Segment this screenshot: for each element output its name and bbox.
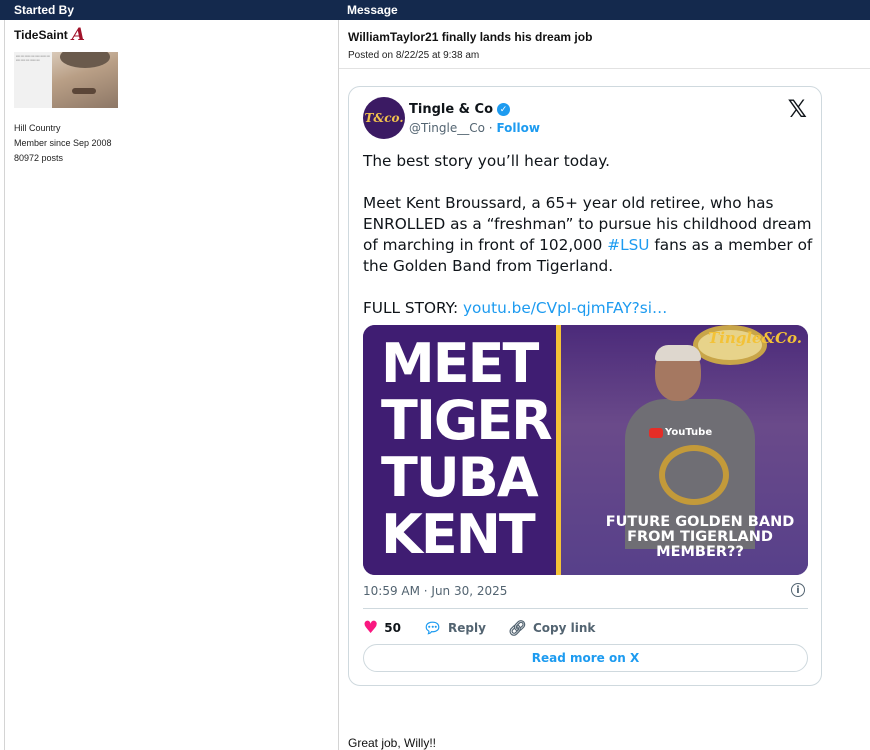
author-username[interactable]: TideSaint A: [14, 25, 85, 45]
column-divider: [338, 20, 339, 750]
tweet-media-thumbnail[interactable]: MEET TIGER TUBA KENT YouTube Tingle&Co. …: [363, 325, 808, 575]
media-headline: MEET TIGER TUBA KENT: [381, 332, 553, 566]
link-icon: 🔗︎: [507, 619, 527, 637]
reply-bubble-icon: 💬︎: [422, 619, 442, 637]
tweet-actions: ♥ 50 💬︎ Reply 🔗︎ Copy link: [363, 618, 617, 638]
tweet-handle-row: @Tingle__Co · Follow: [409, 121, 540, 135]
tweet-author-name-text[interactable]: Tingle & Co: [409, 102, 493, 117]
tweet-handle[interactable]: @Tingle__Co: [409, 121, 485, 135]
copy-link-button[interactable]: 🔗︎ Copy link: [508, 619, 595, 637]
user-location: Hill Country: [14, 123, 61, 133]
tweet-author-avatar[interactable]: T&co.: [363, 97, 405, 139]
avatar[interactable]: ▪▪▪▪ ▪▪▪ ▪▪▪▪▪ ▪▪▪ ▪▪▪▪ ▪▪▪▪▪ ▪▪▪ ▪▪▪▪ ▪…: [14, 52, 118, 108]
media-caption: FUTURE GOLDEN BAND FROM TIGERLAND MEMBER…: [605, 514, 795, 560]
verified-badge-icon: ✓: [497, 103, 511, 116]
youtube-logo-icon: YouTube: [649, 427, 712, 438]
message-header: Message: [347, 3, 398, 17]
divider: [363, 608, 808, 609]
info-icon[interactable]: i: [791, 583, 805, 597]
tweet-avatar-logo: T&co.: [364, 111, 404, 125]
user-member-since: Member since Sep 2008: [14, 138, 112, 148]
table-header: Started By Message: [0, 0, 870, 20]
like-count: 50: [384, 621, 401, 635]
x-logo-icon[interactable]: 𝕏: [788, 95, 807, 123]
person-hair: [655, 345, 701, 361]
story-link[interactable]: youtu.be/CVpI-qjmFAY?si…: [463, 299, 667, 317]
full-story-label: FULL STORY:: [363, 299, 463, 317]
post-body-text: Great job, Willy!!: [348, 736, 437, 750]
heart-icon: ♥: [363, 618, 379, 638]
copy-link-label: Copy link: [532, 621, 596, 635]
reply-button[interactable]: 💬︎ Reply: [423, 619, 486, 637]
started-by-header: Started By: [14, 3, 75, 17]
youtube-play-icon: [649, 427, 663, 438]
tweet-intro: The best story you’ll hear today.: [363, 152, 610, 170]
tweet-timestamp[interactable]: 10:59 AM · Jun 30, 2025: [363, 584, 507, 598]
tweet-body: The best story you’ll hear today. Meet K…: [363, 151, 813, 319]
user-info: Hill Country Member since Sep 2008 80972…: [14, 121, 112, 166]
thread-title: WilliamTaylor21 finally lands his dream …: [348, 30, 593, 44]
post-timestamp: Posted on 8/22/25 at 9:38 am: [348, 50, 480, 61]
tweet-author-name[interactable]: Tingle & Co ✓: [409, 102, 511, 117]
reply-label: Reply: [448, 621, 486, 635]
avatar-signature-decoration: ▪▪▪▪ ▪▪▪ ▪▪▪▪▪ ▪▪▪ ▪▪▪▪ ▪▪▪▪▪ ▪▪▪ ▪▪▪▪ ▪…: [16, 54, 50, 62]
username-text[interactable]: TideSaint: [14, 28, 68, 42]
divider: [339, 68, 870, 69]
column-divider: [4, 20, 5, 750]
tuba-coil-icon: [659, 445, 729, 505]
hashtag-link[interactable]: #LSU: [607, 236, 649, 254]
avatar-photo: [52, 52, 118, 108]
follow-button[interactable]: Follow: [496, 121, 540, 135]
like-button[interactable]: ♥ 50: [363, 618, 401, 638]
embedded-tweet[interactable]: T&co. Tingle & Co ✓ @Tingle__Co · Follow…: [348, 86, 822, 686]
read-more-button[interactable]: Read more on X: [363, 644, 808, 672]
youtube-label: YouTube: [665, 427, 713, 438]
alabama-logo-icon: A: [71, 25, 85, 45]
handle-separator: ·: [488, 121, 493, 135]
user-post-count: 80972 posts: [14, 153, 64, 163]
media-brand-logo: Tingle&Co.: [708, 329, 802, 347]
